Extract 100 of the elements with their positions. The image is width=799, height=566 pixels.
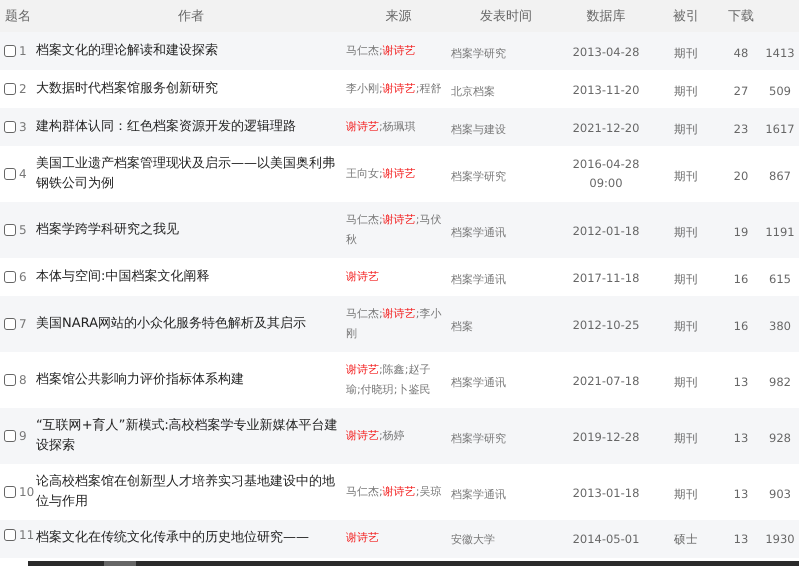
download-count[interactable]: 615 bbox=[769, 272, 791, 286]
source-link[interactable]: 档案学通讯 bbox=[451, 272, 506, 286]
author-cell-text: 马仁杰;谢诗艺;马伏秋 bbox=[346, 212, 442, 248]
row-number: 8 bbox=[19, 373, 27, 387]
checkbox[interactable] bbox=[4, 168, 16, 180]
source-link[interactable]: 档案学研究 bbox=[451, 170, 506, 182]
source-link[interactable]: 档案学研究 bbox=[451, 432, 506, 444]
checkbox[interactable] bbox=[4, 529, 16, 541]
database-cell: 期刊 bbox=[674, 486, 698, 500]
date-cell-text: 2012-10-25 bbox=[572, 316, 640, 334]
source-link[interactable]: 档案 bbox=[451, 320, 473, 332]
source-link[interactable]: 档案学通讯 bbox=[451, 376, 506, 388]
database-cell: 期刊 bbox=[674, 168, 698, 182]
database-cell: 硕士 bbox=[674, 532, 698, 546]
article-title-link[interactable]: “互联网+育人”新模式:高校档案学专业新媒体平台建设探索 bbox=[36, 416, 338, 456]
date-cell-text: 2019-12-28 bbox=[572, 428, 640, 446]
article-title-link[interactable]: 论高校档案馆在创新型人才培养实习基地建设中的地位与作用 bbox=[36, 472, 338, 512]
column-header[interactable]: 下载 bbox=[721, 7, 761, 25]
source-link[interactable]: 北京档案 bbox=[451, 84, 495, 98]
checkbox[interactable] bbox=[4, 374, 16, 386]
checkbox[interactable] bbox=[4, 45, 16, 57]
date-cell-text: 2021-07-18 bbox=[572, 372, 640, 390]
author-cell-text: 谢诗艺;杨婷 bbox=[346, 428, 406, 444]
database-cell: 期刊 bbox=[674, 272, 698, 286]
author-cell-text: 马仁杰;谢诗艺;吴琼 bbox=[346, 484, 442, 500]
column-header[interactable]: 被引 bbox=[651, 7, 721, 25]
database-cell: 期刊 bbox=[674, 122, 698, 136]
column-header[interactable]: 来源 bbox=[346, 7, 451, 25]
download-count[interactable]: 1930 bbox=[765, 532, 795, 546]
date-cell-text: 2013-11-20 bbox=[572, 82, 640, 98]
download-count[interactable]: 1413 bbox=[765, 46, 795, 60]
date-cell-text: 2021-12-20 bbox=[572, 120, 640, 136]
column-header[interactable]: 数据库 bbox=[561, 7, 651, 25]
article-title-link[interactable]: 大数据时代档案馆服务创新研究 bbox=[36, 79, 338, 99]
download-count[interactable]: 1191 bbox=[765, 224, 795, 238]
row-number: 4 bbox=[19, 167, 27, 181]
citation-count: 19 bbox=[734, 224, 748, 238]
citation-count: 48 bbox=[734, 46, 748, 60]
column-header[interactable]: 作者 bbox=[36, 7, 346, 25]
date-cell-text: 2013-01-18 bbox=[572, 484, 640, 502]
horizontal-scrollbar[interactable] bbox=[28, 561, 799, 566]
checkbox[interactable] bbox=[4, 430, 16, 442]
download-count[interactable]: 380 bbox=[769, 318, 791, 332]
download-count[interactable]: 903 bbox=[769, 486, 791, 500]
row-number: 7 bbox=[19, 317, 27, 331]
column-header[interactable]: 题名 bbox=[0, 7, 36, 25]
date-cell-text: 2012-01-18 bbox=[572, 222, 640, 240]
author-cell-text: 王向女;谢诗艺 bbox=[346, 166, 417, 182]
citation-count: 27 bbox=[734, 84, 748, 98]
date-cell-text: 2014-05-01 bbox=[572, 531, 640, 548]
date-cell-text: 2016-04-28 09:00 bbox=[572, 156, 640, 192]
citation-count: 16 bbox=[734, 318, 748, 332]
column-header[interactable]: 发表时间 bbox=[451, 7, 561, 25]
database-cell: 期刊 bbox=[674, 46, 698, 60]
source-link[interactable]: 档案学通讯 bbox=[451, 226, 506, 238]
database-cell: 期刊 bbox=[674, 224, 698, 238]
checkbox[interactable] bbox=[4, 318, 16, 330]
citation-count: 13 bbox=[734, 430, 748, 444]
author-cell-text: 马仁杰;谢诗艺;李小刚 bbox=[346, 306, 442, 342]
checkbox[interactable] bbox=[4, 271, 16, 283]
author-cell-text: 谢诗艺;杨珮琪 bbox=[346, 119, 417, 135]
source-link[interactable]: 档案与建设 bbox=[451, 122, 506, 136]
article-title-link[interactable]: 档案文化在传统文化传承中的历史地位研究—— bbox=[36, 528, 338, 548]
database-cell: 期刊 bbox=[674, 430, 698, 444]
row-number: 10 bbox=[19, 485, 34, 499]
citation-count: 13 bbox=[734, 374, 748, 388]
source-link[interactable]: 档案学研究 bbox=[451, 46, 506, 60]
database-cell: 期刊 bbox=[674, 84, 698, 98]
citation-count: 23 bbox=[734, 122, 748, 136]
source-link[interactable]: 安徽大学 bbox=[451, 533, 495, 546]
download-count[interactable]: 928 bbox=[769, 430, 791, 444]
checkbox[interactable] bbox=[4, 121, 16, 133]
citation-count: 13 bbox=[734, 486, 748, 500]
author-cell-text: 谢诗艺 bbox=[346, 530, 380, 546]
download-count[interactable]: 1617 bbox=[765, 122, 795, 136]
article-title-link[interactable]: 档案文化的理论解读和建设探索 bbox=[36, 41, 338, 61]
checkbox[interactable] bbox=[4, 83, 16, 95]
article-title-link[interactable]: 档案学跨学科研究之我见 bbox=[36, 220, 338, 240]
download-count[interactable]: 867 bbox=[769, 168, 791, 182]
row-number: 9 bbox=[19, 429, 27, 443]
download-count[interactable]: 982 bbox=[769, 374, 791, 388]
checkbox[interactable] bbox=[4, 224, 16, 236]
download-count[interactable]: 509 bbox=[769, 84, 791, 98]
source-link[interactable]: 档案学通讯 bbox=[451, 488, 506, 500]
row-number: 3 bbox=[19, 120, 27, 134]
citation-count: 16 bbox=[734, 272, 748, 286]
author-cell-text: 马仁杰;谢诗艺 bbox=[346, 43, 417, 59]
citation-count: 13 bbox=[734, 532, 748, 546]
database-cell: 期刊 bbox=[674, 318, 698, 332]
article-title-link[interactable]: 美国工业遗产档案管理现状及启示——以美国奥利弗钢铁公司为例 bbox=[36, 154, 338, 194]
checkbox[interactable] bbox=[4, 486, 16, 498]
article-title-link[interactable]: 本体与空间:中国档案文化阐释 bbox=[36, 267, 338, 287]
article-title-link[interactable]: 档案馆公共影响力评价指标体系构建 bbox=[36, 370, 338, 390]
row-number: 11 bbox=[19, 528, 34, 542]
row-number: 2 bbox=[19, 82, 27, 96]
article-title-link[interactable]: 建构群体认同：红色档案资源开发的逻辑理路 bbox=[36, 117, 338, 137]
citation-count: 20 bbox=[734, 168, 748, 182]
author-cell-text: 谢诗艺;陈鑫;赵子瑜;付晓玥;卜鉴民 bbox=[346, 362, 432, 398]
article-title-link[interactable]: 美国NARA网站的小众化服务特色解析及其启示 bbox=[36, 314, 338, 334]
author-cell-text: 李小刚;谢诗艺;程舒 bbox=[346, 81, 442, 97]
